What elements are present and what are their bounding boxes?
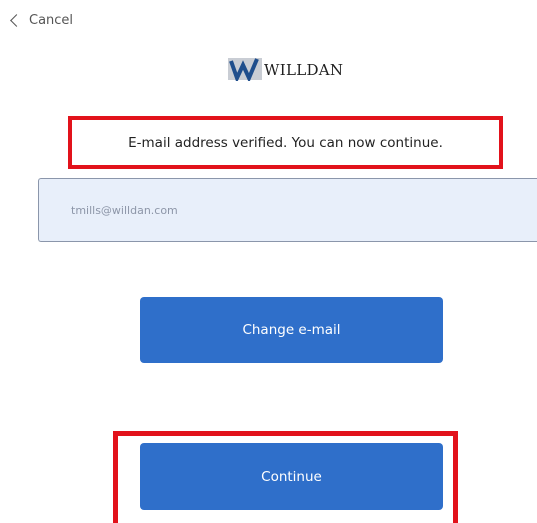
willdan-w-icon: [228, 58, 262, 81]
chevron-left-icon: [10, 13, 23, 27]
continue-button[interactable]: Continue: [140, 443, 443, 510]
verification-status-message: E-mail address verified. You can now con…: [128, 135, 443, 151]
cancel-label: Cancel: [29, 12, 74, 28]
email-field[interactable]: [38, 178, 537, 242]
brand-logo: WILLDAN: [228, 57, 343, 81]
brand-wordmark: WILLDAN: [264, 61, 344, 79]
change-email-button[interactable]: Change e-mail: [140, 297, 443, 363]
cancel-link[interactable]: Cancel: [8, 10, 73, 30]
